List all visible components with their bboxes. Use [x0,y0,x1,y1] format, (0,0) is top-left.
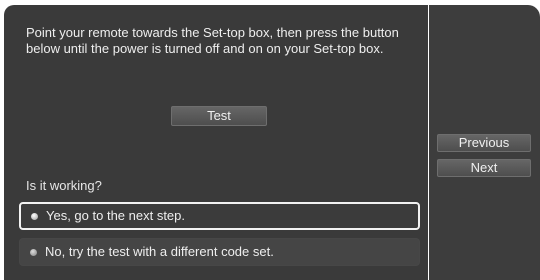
question-label: Is it working? [26,178,102,193]
test-button[interactable]: Test [171,106,267,126]
option-yes-label: Yes, go to the next step. [46,208,186,223]
option-yes[interactable]: Yes, go to the next step. [19,202,420,230]
setup-screen: Point your remote towards the Set-top bo… [0,0,540,280]
instruction-text: Point your remote towards the Set-top bo… [26,25,399,56]
option-no-label: No, try the test with a different code s… [45,244,274,259]
previous-button[interactable]: Previous [437,134,531,152]
bullet-icon [30,249,37,256]
bullet-icon [31,213,38,220]
next-button[interactable]: Next [437,159,531,177]
option-no[interactable]: No, try the test with a different code s… [19,238,420,266]
